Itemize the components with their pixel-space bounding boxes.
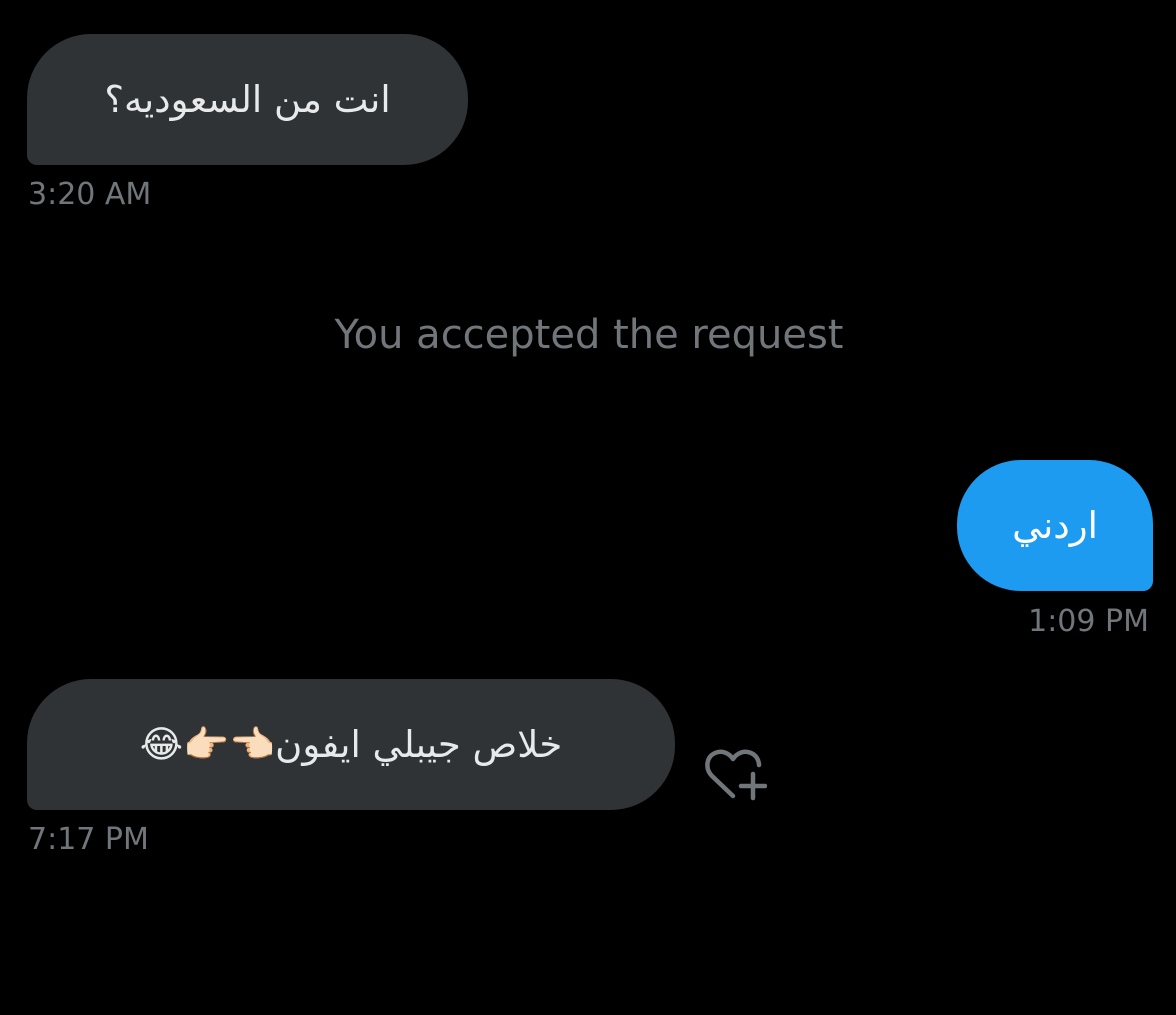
message-bubble-received[interactable]: انت من السعوديه؟ [27,34,468,165]
message-text: اردني [1012,503,1098,547]
message-text: خلاص جيبلي ايفون👈🏻👉🏻😂 [139,722,563,766]
message-text: انت من السعوديه؟ [104,77,391,121]
message-timestamp: 3:20 AM [28,177,152,212]
request-accepted-notice: You accepted the request [334,312,844,358]
message-bubble-sent[interactable]: اردني [957,460,1153,591]
message-timestamp: 1:09 PM [1028,604,1149,639]
message-bubble-received[interactable]: خلاص جيبلي ايفون👈🏻👉🏻😂 [27,679,675,810]
heart-plus-icon[interactable] [703,744,768,804]
message-timestamp: 7:17 PM [28,822,149,857]
